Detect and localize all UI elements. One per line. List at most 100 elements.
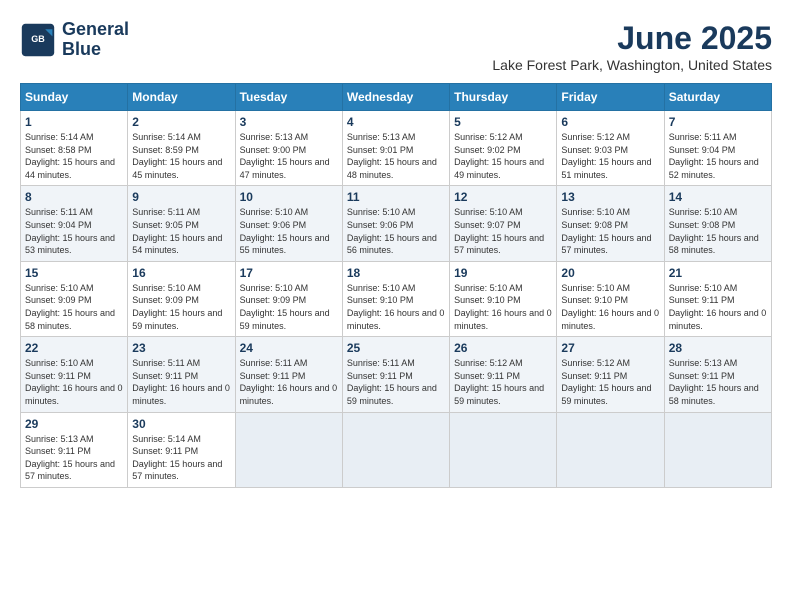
day-number: 4 (347, 115, 445, 129)
logo-text: General Blue (62, 20, 129, 60)
calendar-cell: 18 Sunrise: 5:10 AMSunset: 9:10 PMDayligh… (342, 261, 449, 336)
day-info: Sunrise: 5:10 AMSunset: 9:06 PMDaylight:… (240, 206, 338, 256)
day-info: Sunrise: 5:10 AMSunset: 9:08 PMDaylight:… (669, 206, 767, 256)
day-info: Sunrise: 5:10 AMSunset: 9:07 PMDaylight:… (454, 206, 552, 256)
day-info: Sunrise: 5:11 AMSunset: 9:11 PMDaylight:… (132, 357, 230, 407)
day-info: Sunrise: 5:10 AMSunset: 9:10 PMDaylight:… (561, 282, 659, 332)
calendar-cell: 11Sunrise: 5:10 AMSunset: 9:06 PMDayligh… (342, 186, 449, 261)
day-number: 21 (669, 266, 767, 280)
calendar-cell: 23 Sunrise: 5:11 AMSunset: 9:11 PMDayligh… (128, 337, 235, 412)
calendar-cell: 25 Sunrise: 5:11 AMSunset: 9:11 PMDayligh… (342, 337, 449, 412)
day-number: 8 (25, 190, 123, 204)
day-info: Sunrise: 5:10 AMSunset: 9:11 PMDaylight:… (669, 282, 767, 332)
day-number: 25 (347, 341, 445, 355)
calendar-cell: 6Sunrise: 5:12 AMSunset: 9:03 PMDaylight… (557, 111, 664, 186)
calendar-cell (235, 412, 342, 487)
calendar-cell: 2 Sunrise: 5:14 AMSunset: 8:59 PMDaylight… (128, 111, 235, 186)
calendar-cell (664, 412, 771, 487)
calendar-cell: 4 Sunrise: 5:13 AMSunset: 9:01 PMDaylight… (342, 111, 449, 186)
day-info: Sunrise: 5:10 AMSunset: 9:09 PMDaylight:… (25, 282, 123, 332)
day-info: Sunrise: 5:12 AMSunset: 9:11 PMDaylight:… (561, 357, 659, 407)
day-number: 13 (561, 190, 659, 204)
title-area: June 2025 Lake Forest Park, Washington, … (492, 20, 772, 73)
calendar-cell: 17Sunrise: 5:10 AMSunset: 9:09 PMDayligh… (235, 261, 342, 336)
day-info: Sunrise: 5:11 AMSunset: 9:04 PMDaylight:… (669, 131, 767, 181)
calendar-week-row: 8 Sunrise: 5:11 AMSunset: 9:04 PMDaylight… (21, 186, 772, 261)
day-info: Sunrise: 5:11 AMSunset: 9:11 PMDaylight:… (347, 357, 445, 407)
page-title: June 2025 (492, 20, 772, 57)
column-header-sunday: Sunday (21, 84, 128, 111)
calendar-cell: 10 Sunrise: 5:10 AMSunset: 9:06 PMDayligh… (235, 186, 342, 261)
day-info: Sunrise: 5:11 AMSunset: 9:05 PMDaylight:… (132, 206, 230, 256)
calendar-cell: 13 Sunrise: 5:10 AMSunset: 9:08 PMDayligh… (557, 186, 664, 261)
calendar-cell: 29 Sunrise: 5:13 AMSunset: 9:11 PMDayligh… (21, 412, 128, 487)
day-info: Sunrise: 5:12 AMSunset: 9:02 PMDaylight:… (454, 131, 552, 181)
day-info: Sunrise: 5:11 AMSunset: 9:04 PMDaylight:… (25, 206, 123, 256)
day-number: 24 (240, 341, 338, 355)
day-info: Sunrise: 5:14 AMSunset: 8:59 PMDaylight:… (132, 131, 230, 181)
calendar-cell (450, 412, 557, 487)
day-info: Sunrise: 5:10 AMSunset: 9:11 PMDaylight:… (25, 357, 123, 407)
day-number: 12 (454, 190, 552, 204)
day-info: Sunrise: 5:10 AMSunset: 9:10 PMDaylight:… (454, 282, 552, 332)
calendar-cell: 21 Sunrise: 5:10 AMSunset: 9:11 PMDayligh… (664, 261, 771, 336)
day-info: Sunrise: 5:13 AMSunset: 9:11 PMDaylight:… (669, 357, 767, 407)
day-info: Sunrise: 5:13 AMSunset: 9:11 PMDaylight:… (25, 433, 123, 483)
calendar-cell: 9 Sunrise: 5:11 AMSunset: 9:05 PMDaylight… (128, 186, 235, 261)
calendar-cell (342, 412, 449, 487)
calendar-cell: 14 Sunrise: 5:10 AMSunset: 9:08 PMDayligh… (664, 186, 771, 261)
column-header-saturday: Saturday (664, 84, 771, 111)
page-subtitle: Lake Forest Park, Washington, United Sta… (492, 57, 772, 73)
calendar-cell: 8 Sunrise: 5:11 AMSunset: 9:04 PMDaylight… (21, 186, 128, 261)
day-number: 26 (454, 341, 552, 355)
calendar-cell: 19 Sunrise: 5:10 AMSunset: 9:10 PMDayligh… (450, 261, 557, 336)
calendar-table: SundayMondayTuesdayWednesdayThursdayFrid… (20, 83, 772, 488)
day-number: 15 (25, 266, 123, 280)
day-number: 10 (240, 190, 338, 204)
day-number: 23 (132, 341, 230, 355)
day-info: Sunrise: 5:14 AMSunset: 9:11 PMDaylight:… (132, 433, 230, 483)
day-number: 9 (132, 190, 230, 204)
column-header-friday: Friday (557, 84, 664, 111)
day-number: 5 (454, 115, 552, 129)
day-number: 7 (669, 115, 767, 129)
calendar-cell: 27Sunrise: 5:12 AMSunset: 9:11 PMDayligh… (557, 337, 664, 412)
day-info: Sunrise: 5:10 AMSunset: 9:09 PMDaylight:… (132, 282, 230, 332)
day-number: 19 (454, 266, 552, 280)
day-number: 18 (347, 266, 445, 280)
day-number: 16 (132, 266, 230, 280)
calendar-cell: 1Sunrise: 5:14 AMSunset: 8:58 PMDaylight… (21, 111, 128, 186)
calendar-week-row: 22Sunrise: 5:10 AMSunset: 9:11 PMDayligh… (21, 337, 772, 412)
column-header-thursday: Thursday (450, 84, 557, 111)
day-info: Sunrise: 5:10 AMSunset: 9:08 PMDaylight:… (561, 206, 659, 256)
calendar-cell: 5 Sunrise: 5:12 AMSunset: 9:02 PMDaylight… (450, 111, 557, 186)
day-info: Sunrise: 5:13 AMSunset: 9:00 PMDaylight:… (240, 131, 338, 181)
day-number: 28 (669, 341, 767, 355)
day-info: Sunrise: 5:10 AMSunset: 9:10 PMDaylight:… (347, 282, 445, 332)
calendar-cell: 28 Sunrise: 5:13 AMSunset: 9:11 PMDayligh… (664, 337, 771, 412)
calendar-cell: 30 Sunrise: 5:14 AMSunset: 9:11 PMDayligh… (128, 412, 235, 487)
day-number: 14 (669, 190, 767, 204)
day-number: 20 (561, 266, 659, 280)
column-header-monday: Monday (128, 84, 235, 111)
calendar-cell (557, 412, 664, 487)
day-info: Sunrise: 5:13 AMSunset: 9:01 PMDaylight:… (347, 131, 445, 181)
day-number: 30 (132, 417, 230, 431)
day-info: Sunrise: 5:12 AMSunset: 9:03 PMDaylight:… (561, 131, 659, 181)
calendar-cell: 26 Sunrise: 5:12 AMSunset: 9:11 PMDayligh… (450, 337, 557, 412)
calendar-cell: 7 Sunrise: 5:11 AMSunset: 9:04 PMDaylight… (664, 111, 771, 186)
page-header: GB General Blue June 2025 Lake Forest Pa… (20, 20, 772, 73)
calendar-header-row: SundayMondayTuesdayWednesdayThursdayFrid… (21, 84, 772, 111)
day-info: Sunrise: 5:10 AMSunset: 9:09 PMDaylight:… (240, 282, 338, 332)
calendar-cell: 3 Sunrise: 5:13 AMSunset: 9:00 PMDaylight… (235, 111, 342, 186)
calendar-cell: 22Sunrise: 5:10 AMSunset: 9:11 PMDayligh… (21, 337, 128, 412)
calendar-cell: 24Sunrise: 5:11 AMSunset: 9:11 PMDayligh… (235, 337, 342, 412)
day-number: 2 (132, 115, 230, 129)
day-info: Sunrise: 5:14 AMSunset: 8:58 PMDaylight:… (25, 131, 123, 181)
day-number: 29 (25, 417, 123, 431)
day-number: 11 (347, 190, 445, 204)
calendar-week-row: 29 Sunrise: 5:13 AMSunset: 9:11 PMDayligh… (21, 412, 772, 487)
day-number: 3 (240, 115, 338, 129)
day-info: Sunrise: 5:12 AMSunset: 9:11 PMDaylight:… (454, 357, 552, 407)
logo: GB General Blue (20, 20, 129, 60)
